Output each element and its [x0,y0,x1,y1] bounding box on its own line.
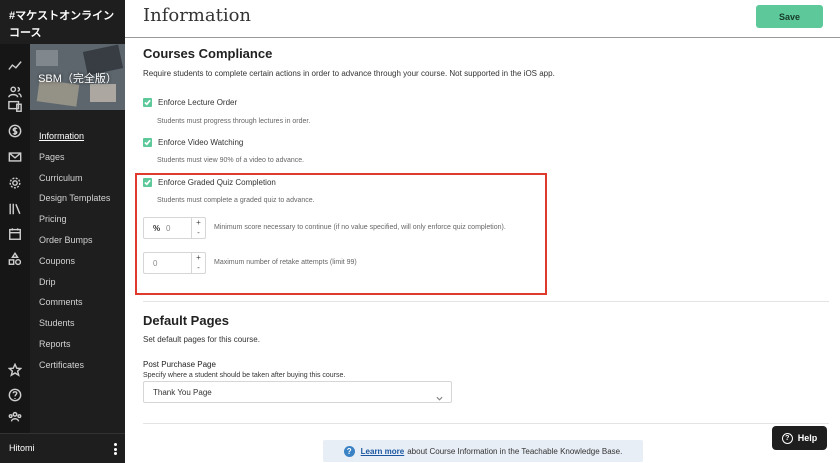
post-purchase-hint: Specify where a student should be taken … [143,372,346,379]
post-purchase-value: Thank You Page [153,388,212,397]
sidebar: #マケストオンラインコース SBM（完全版） Information Pages… [0,0,125,463]
video-watching-label: Enforce Video Watching [158,138,244,147]
min-score-input[interactable]: 0 [166,224,170,233]
retake-attempts-buttons: + - [191,253,205,273]
subnav-item-students[interactable]: Students [39,313,125,334]
help-label: Help [797,433,818,443]
subnav-item-coupons[interactable]: Coupons [39,251,125,272]
video-watching-option[interactable]: Enforce Video Watching [143,138,243,147]
percent-prefix: % [153,224,161,233]
quiz-completion-checkbox[interactable] [143,178,152,187]
course-thumbnail[interactable]: SBM（完全版） [30,44,125,110]
min-score-increment-button[interactable]: + [192,218,205,228]
course-subnav: Information Pages Curriculum Design Temp… [39,126,125,376]
knowledge-base-text: about Course Information in the Teachabl… [407,446,623,456]
knowledge-base-banner: ? Learn more about Course Information in… [323,440,643,462]
default-pages-description: Set default pages for this course. [143,335,260,344]
compliance-section-title: Courses Compliance [143,46,273,61]
chevron-down-icon [436,389,443,401]
min-score-stepper[interactable]: % 0 + - [143,217,206,239]
retake-attempts-input[interactable]: 0 [153,259,157,268]
quiz-completion-option[interactable]: Enforce Graded Quiz Completion [143,178,276,187]
header: Information Save [125,0,840,38]
retake-attempts-hint: Maximum number of retake attempts (limit… [214,259,357,266]
learn-more-link[interactable]: Learn more [361,447,405,456]
lecture-order-hint: Students must progress through lectures … [157,118,311,125]
default-pages-section-title: Default Pages [143,313,229,328]
section-divider [143,301,829,302]
subnav-item-curriculum[interactable]: Curriculum [39,168,125,189]
retake-attempts-stepper[interactable]: 0 + - [143,252,206,274]
star-icon[interactable] [7,362,23,378]
subnav-item-certificates[interactable]: Certificates [39,355,125,376]
compliance-description: Require students to complete certain act… [143,69,555,78]
lecture-order-option[interactable]: Enforce Lecture Order [143,98,237,107]
retake-decrement-button[interactable]: - [192,263,205,273]
mail-icon[interactable] [7,149,23,165]
quiz-completion-hint: Students must complete a graded quiz to … [157,197,315,204]
quiz-completion-label: Enforce Graded Quiz Completion [158,178,276,187]
subnav-item-order-bumps[interactable]: Order Bumps [39,230,125,251]
school-name[interactable]: #マケストオンラインコース [9,8,121,42]
sidebar-footer: Hitomi [0,433,125,463]
main-content: Courses Compliance Require students to c… [125,38,840,463]
subnav-item-comments[interactable]: Comments [39,292,125,313]
subnav-item-information[interactable]: Information [39,126,125,147]
subnav-item-design-templates[interactable]: Design Templates [39,188,125,209]
lecture-order-checkbox[interactable] [143,98,152,107]
lecture-order-label: Enforce Lecture Order [158,98,238,107]
calendar-icon[interactable] [7,226,23,242]
help-button[interactable]: ? Help [772,426,827,450]
bottom-divider [143,423,829,424]
subnav-item-drip[interactable]: Drip [39,272,125,293]
video-watching-checkbox[interactable] [143,138,152,147]
retake-increment-button[interactable]: + [192,253,205,263]
course-thumb-title: SBM（完全版） [38,73,117,85]
subnav-item-reports[interactable]: Reports [39,334,125,355]
dollar-icon[interactable] [7,123,23,139]
post-purchase-select[interactable]: Thank You Page [143,381,452,403]
community-icon[interactable] [7,409,23,425]
page-title: Information [143,5,252,26]
question-icon: ? [343,445,355,457]
video-watching-hint: Students must view 90% of a video to adv… [157,157,305,164]
icon-rail [0,44,30,463]
app: #マケストオンラインコース SBM（完全版） Information Pages… [0,0,840,463]
gear-icon[interactable] [7,175,23,191]
user-name[interactable]: Hitomi [9,443,35,453]
save-button[interactable]: Save [756,5,823,28]
post-purchase-label: Post Purchase Page [143,360,216,369]
min-score-decrement-button[interactable]: - [192,228,205,238]
shapes-icon[interactable] [7,251,23,267]
devices-icon[interactable] [7,98,23,114]
kebab-menu-icon[interactable] [111,441,119,457]
subnav-item-pricing[interactable]: Pricing [39,209,125,230]
min-score-buttons: + - [191,218,205,238]
min-score-hint: Minimum score necessary to continue (if … [214,224,506,231]
library-icon[interactable] [7,201,23,217]
chart-line-icon[interactable] [7,58,23,74]
help-circle-icon[interactable] [7,387,23,403]
subnav-item-pages[interactable]: Pages [39,147,125,168]
help-icon: ? [781,432,793,444]
